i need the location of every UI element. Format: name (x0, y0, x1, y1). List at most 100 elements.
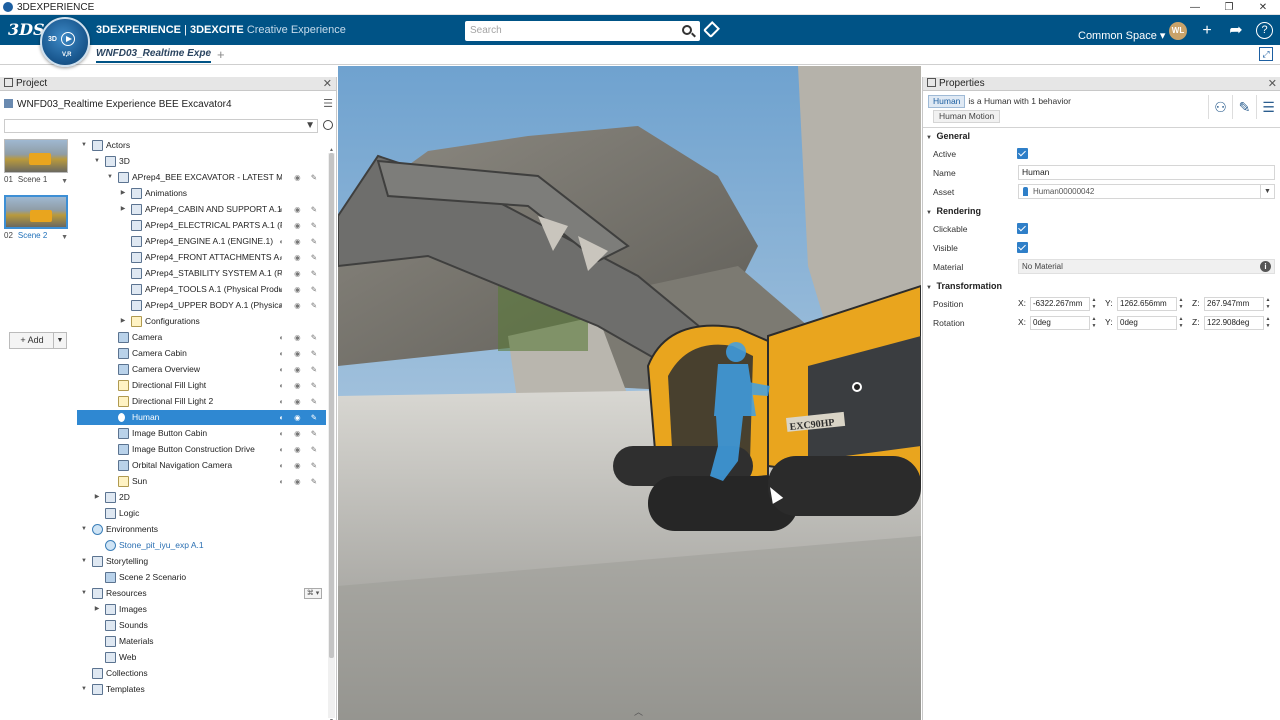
minimize-button[interactable]: — (1178, 0, 1212, 15)
visibility-toggle-icons[interactable]: ◐ ◉ ✎ (279, 378, 321, 393)
play-icon[interactable] (61, 32, 75, 46)
resource-tool-button[interactable]: ⌘ ▾ (304, 588, 322, 599)
section-rendering[interactable]: ▼ Rendering (923, 204, 1280, 218)
tree-item[interactable]: Image Button Construction Drive ◐ ◉ ✎ (77, 442, 326, 457)
info-icon[interactable]: i (1260, 261, 1271, 272)
chevron-down-icon[interactable]: ▼ (924, 206, 934, 220)
sliders-icon[interactable]: ☰ (323, 97, 333, 110)
avatar[interactable]: WL (1169, 22, 1187, 40)
visibility-toggle-icons[interactable]: ◐ ◉ ✎ (279, 282, 321, 297)
visibility-toggle-icons[interactable]: ◐ ◉ ✎ (279, 346, 321, 361)
tree-item[interactable]: Directional Fill Light 2 ◐ ◉ ✎ (77, 394, 326, 409)
share-icon[interactable]: ➦ (1227, 22, 1245, 40)
spinner-icon[interactable]: ▲ ▼ (1177, 316, 1185, 330)
visibility-toggle-icons[interactable]: ◐ ◉ ✎ (279, 474, 321, 489)
chevron-down-icon[interactable]: ▼ (80, 682, 88, 697)
close-window-button[interactable]: ✕ (1246, 0, 1280, 15)
tree-item[interactable]: APrep4_TOOLS A.1 (Physical Produc... ◐ ◉ … (77, 282, 326, 297)
scene-thumbnail[interactable] (4, 139, 68, 173)
funnel-icon[interactable]: ▼ (305, 120, 315, 131)
tree-item[interactable]: APrep4_UPPER BODY A.1 (Physical P...◐ ◉ … (77, 298, 326, 313)
pivot-icon[interactable] (852, 382, 862, 392)
visibility-toggle-icons[interactable]: ◐ ◉ ✎ (279, 266, 321, 281)
scene-thumbnail[interactable] (4, 195, 68, 229)
position-y-field[interactable]: 1262.656mm (1117, 297, 1177, 311)
chevron-down-icon[interactable]: ▼ (61, 178, 68, 185)
visibility-toggle-icons[interactable]: ◐ ◉ ✎ (279, 410, 321, 425)
visibility-toggle-icons[interactable]: ◐ ◉ ✎ (279, 170, 321, 185)
visibility-toggle-icons[interactable]: ◐ ◉ ✎ (279, 458, 321, 473)
add-tab-button[interactable]: + (217, 47, 225, 62)
section-general[interactable]: ▼ General (923, 129, 1280, 143)
chevron-down-icon[interactable]: ▼ (80, 554, 88, 569)
name-field[interactable]: Human (1018, 165, 1275, 180)
add-behavior-icon[interactable]: ⚇ (1208, 95, 1232, 119)
visibility-toggle-icons[interactable]: ◐ ◉ ✎ (279, 394, 321, 409)
search-icon[interactable] (323, 120, 333, 130)
search-input[interactable]: Search (465, 21, 700, 41)
tree-item[interactable]: Image Button Cabin ◐ ◉ ✎ (77, 426, 326, 441)
tree-item[interactable]: ▶ 2D (77, 490, 326, 505)
scrollbar-thumb[interactable] (329, 153, 334, 658)
tree-item[interactable]: Directional Fill Light ◐ ◉ ✎ (77, 378, 326, 393)
menu-icon[interactable]: ☰ (1256, 95, 1280, 119)
tree-item[interactable]: ▼ Templates (77, 682, 326, 697)
tree-item[interactable]: Scene 2 Scenario (77, 570, 326, 585)
tree-item[interactable]: Logic (77, 506, 326, 521)
visibility-toggle-icons[interactable]: ◐ ◉ ✎ (279, 330, 321, 345)
add-icon[interactable]: + (1198, 22, 1216, 40)
rotation-x-field[interactable]: 0deg (1030, 316, 1090, 330)
pencil-icon[interactable]: ✎ (1232, 95, 1256, 119)
restore-button[interactable]: ❐ (1212, 0, 1246, 15)
chevron-right-icon[interactable]: ▶ (93, 602, 101, 617)
tree-item[interactable]: ▶ Configurations (77, 314, 326, 329)
search-icon[interactable] (682, 25, 692, 35)
help-icon[interactable]: ? (1256, 22, 1273, 39)
rotation-y-field[interactable]: 0deg (1117, 316, 1177, 330)
visibility-toggle-icons[interactable]: ◐ ◉ ✎ (279, 298, 321, 313)
chevron-right-icon[interactable]: ▶ (119, 202, 127, 217)
visibility-toggle-icons[interactable]: ◐ ◉ ✎ (279, 218, 321, 233)
tab-document[interactable]: WNFD03_Realtime Experie (96, 48, 211, 63)
tree-item[interactable]: Camera Cabin ◐ ◉ ✎ (77, 346, 326, 361)
tree-item[interactable]: Web (77, 650, 326, 665)
asset-field[interactable]: Human00000042 ▼ (1018, 184, 1275, 199)
bottom-panel-handle[interactable]: ︿ (634, 705, 643, 718)
tree-item[interactable]: ▼ Actors (77, 138, 326, 153)
chevron-right-icon[interactable]: ▶ (93, 490, 101, 505)
visible-checkbox[interactable] (1017, 242, 1028, 253)
tree-filter-input[interactable]: ▼ (4, 119, 318, 133)
scene-item[interactable]: 01 Scene 1 ▼ (4, 139, 72, 189)
chevron-down-icon[interactable]: ▼ (106, 170, 114, 185)
tree-item[interactable]: ▼ 3D (77, 154, 326, 169)
chevron-down-icon[interactable]: ▼ (80, 138, 88, 153)
clickable-checkbox[interactable] (1017, 223, 1028, 234)
maximize-icon[interactable]: ⤢ (1259, 47, 1273, 61)
spinner-icon[interactable]: ▲ ▼ (1177, 297, 1185, 311)
close-icon[interactable]: ✕ (1268, 77, 1277, 91)
chevron-down-icon[interactable]: ▼ (61, 234, 68, 241)
active-checkbox[interactable] (1017, 148, 1028, 159)
collab-space-selector[interactable]: Common Space ▾ (1078, 29, 1165, 42)
tree-item[interactable]: Sun ◐ ◉ ✎ (77, 474, 326, 489)
tree-item[interactable]: APrep4_STABILITY SYSTEM A.1 (Phys...◐ ◉ … (77, 266, 326, 281)
tree-item[interactable]: Stone_pit_iyu_exp A.1 (77, 538, 326, 553)
tree-scrollbar[interactable]: ▲ ▼ (328, 147, 335, 720)
tree-item[interactable]: Materials (77, 634, 326, 649)
visibility-toggle-icons[interactable]: ◐ ◉ ✎ (279, 202, 321, 217)
object-type-chip[interactable]: Human (928, 95, 966, 108)
spinner-icon[interactable]: ▲ ▼ (1090, 297, 1098, 311)
chevron-right-icon[interactable]: ▶ (119, 186, 127, 201)
tag-icon[interactable] (703, 21, 720, 38)
spinner-icon[interactable]: ▲ ▼ (1264, 316, 1272, 330)
tree-item[interactable]: Camera Overview ◐ ◉ ✎ (77, 362, 326, 377)
scene-item[interactable]: 02 Scene 2 ▼ (4, 195, 72, 245)
3d-viewport[interactable]: EXC90HP ︿ (338, 66, 921, 720)
position-x-field[interactable]: -6322.267mm (1030, 297, 1090, 311)
tree-item[interactable]: ▼ APrep4_BEE EXCAVATOR - LATEST MODE...◐ … (77, 170, 326, 185)
spinner-icon[interactable]: ▲ ▼ (1264, 297, 1272, 311)
tree-item[interactable]: APrep4_ELECTRICAL PARTS A.1 (Phys...◐ ◉ … (77, 218, 326, 233)
chevron-down-icon[interactable]: ▼ (1260, 185, 1274, 198)
tree-item[interactable]: ▶ Animations (77, 186, 326, 201)
visibility-toggle-icons[interactable]: ◐ ◉ ✎ (279, 362, 321, 377)
